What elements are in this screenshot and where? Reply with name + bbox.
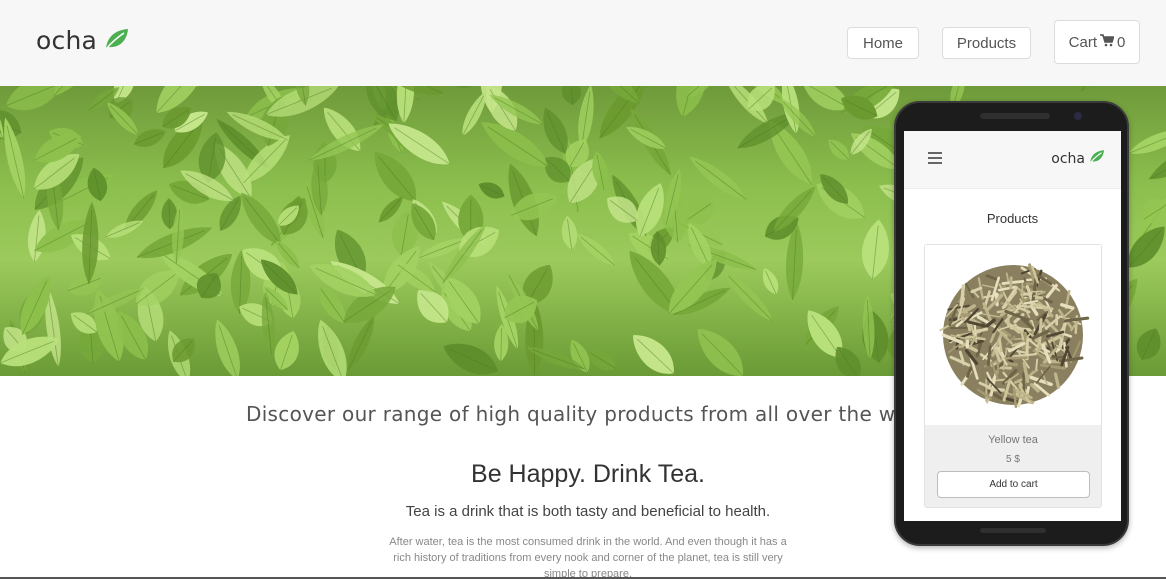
tagline: Discover our range of high quality produ… (246, 402, 908, 426)
add-to-cart-button[interactable]: Add to cart (937, 471, 1090, 498)
phone-camera (1074, 112, 1082, 120)
logo-text: ocha (36, 26, 98, 55)
product-price: 5 $ (1006, 454, 1020, 465)
cart-count: 0 (1117, 33, 1126, 51)
product-card[interactable]: Yellow tea 5 $ Add to cart (924, 244, 1102, 508)
nav-products-button[interactable]: Products (942, 27, 1031, 59)
leaf-icon (103, 27, 129, 55)
cart-icon (1100, 33, 1115, 51)
intro-paragraph: After water, tea is the most consumed dr… (389, 536, 787, 579)
nav-home-button[interactable]: Home (847, 27, 919, 59)
mobile-section-title: Products (986, 211, 1039, 226)
mobile-logo-text: ocha (1051, 150, 1085, 167)
nav-cart-button[interactable]: Cart 0 (1054, 20, 1140, 64)
mobile-logo[interactable]: ocha (1051, 149, 1105, 168)
nav-products-label: Products (956, 34, 1017, 52)
site-header: ocha Home Products Cart 0 (0, 0, 1166, 86)
hamburger-icon[interactable] (928, 152, 942, 164)
add-to-cart-label: Add to cart (989, 479, 1038, 490)
product-image[interactable] (925, 245, 1101, 425)
site-logo[interactable]: ocha (36, 26, 129, 55)
phone-home-bar (980, 528, 1046, 533)
product-info: Yellow tea 5 $ Add to cart (925, 425, 1101, 507)
nav-home-label: Home (862, 34, 903, 52)
phone-screen: ocha Products Yellow tea 5 $ Add to cart (904, 131, 1121, 521)
phone-mockup: ocha Products Yellow tea 5 $ Add to cart (894, 101, 1129, 546)
phone-speaker (980, 113, 1050, 119)
loose-tea-illustration (939, 263, 1090, 408)
leaf-icon (1088, 149, 1105, 168)
product-name: Yellow tea (988, 434, 1038, 446)
mobile-header: ocha (904, 131, 1121, 189)
nav-cart-label: Cart (1068, 33, 1097, 51)
